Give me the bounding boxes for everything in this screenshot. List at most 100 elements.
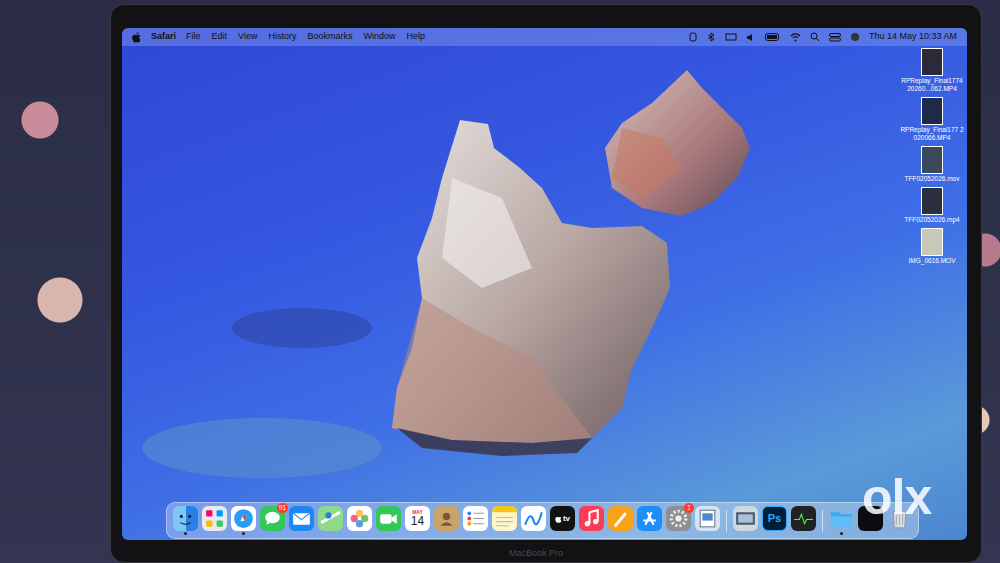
launchpad-icon[interactable] (202, 506, 227, 531)
dock-item[interactable] (347, 506, 372, 535)
menu-item[interactable]: View (238, 30, 257, 44)
file-thumbnail (921, 187, 943, 215)
menu-item[interactable]: Bookmarks (307, 30, 352, 44)
photos-icon[interactable] (347, 506, 372, 531)
running-indicator (648, 532, 651, 535)
running-indicator (271, 532, 274, 535)
bluetooth-icon[interactable] (706, 32, 716, 42)
dock-item[interactable] (463, 506, 488, 535)
running-indicator (445, 532, 448, 535)
battery-icon[interactable] (765, 33, 781, 41)
desktop-file[interactable]: IMG_0616.MOV (899, 228, 965, 265)
file-label: IMG_0616.MOV (899, 257, 965, 265)
desktop-file[interactable]: RPReplay_Final177 2020066.MP4 (899, 97, 965, 142)
running-indicator (184, 532, 187, 535)
facetime-icon[interactable] (376, 506, 401, 531)
wifi-icon[interactable] (790, 33, 801, 42)
running-indicator (773, 532, 776, 535)
music-icon[interactable] (579, 506, 604, 531)
mail-icon[interactable] (289, 506, 314, 531)
display-icon[interactable] (725, 33, 737, 42)
image-icon[interactable] (733, 506, 758, 531)
dock-item[interactable] (318, 506, 343, 535)
running-indicator (802, 532, 805, 535)
dock-item[interactable]: 1 (666, 506, 691, 535)
notes-icon[interactable] (492, 506, 517, 531)
pages-icon[interactable] (608, 506, 633, 531)
menu-item[interactable]: History (268, 30, 296, 44)
desktop-file[interactable]: RPReplay_Final1774 20260...062.MP4 (899, 48, 965, 93)
contacts-icon[interactable] (434, 506, 459, 531)
running-indicator (619, 532, 622, 535)
dock-item[interactable] (733, 506, 758, 535)
status-icons: Thu 14 May 10:33 AM (689, 30, 957, 44)
running-indicator (677, 532, 680, 535)
wallpaper-rocks (122, 28, 967, 540)
dock-item[interactable]: MAY14 (405, 506, 430, 535)
menu-clock[interactable]: Thu 14 May 10:33 AM (869, 30, 957, 44)
appstore-icon[interactable] (637, 506, 662, 531)
running-indicator (242, 532, 245, 535)
dock-item[interactable] (492, 506, 517, 535)
freeform-icon[interactable] (521, 506, 546, 531)
tv-label: tv (563, 513, 570, 525)
menu-items: File Edit View History Bookmarks Window Help (186, 30, 425, 44)
file-label: RPReplay_Final177 2020066.MP4 (899, 126, 965, 142)
dock-item[interactable]: 91 (260, 506, 285, 535)
photoshop-label: Ps (768, 510, 781, 527)
dock-item[interactable] (173, 506, 198, 535)
file-thumbnail (921, 97, 943, 125)
tv-logo: tv (555, 513, 570, 525)
dock-item[interactable] (231, 506, 256, 535)
folder-icon[interactable] (829, 506, 854, 531)
preview-icon[interactable] (695, 506, 720, 531)
desktop-file[interactable]: TFF02052026.mov (899, 146, 965, 183)
dock-item[interactable] (521, 506, 546, 535)
search-icon[interactable] (810, 32, 820, 42)
running-indicator (213, 532, 216, 535)
battery-shortcut-icon[interactable] (689, 32, 697, 42)
siri-icon[interactable] (850, 32, 860, 42)
dock-item[interactable] (608, 506, 633, 535)
maps-icon[interactable] (318, 506, 343, 531)
running-indicator (329, 532, 332, 535)
menu-app-name[interactable]: Safari (151, 30, 176, 44)
activity-icon[interactable] (791, 506, 816, 531)
menu-item[interactable]: Help (406, 30, 425, 44)
file-label: TFF02052026.mp4 (899, 216, 965, 224)
desktop-file[interactable]: TFF02052026.mp4 (899, 187, 965, 224)
safari-icon[interactable] (231, 506, 256, 531)
photoshop-icon[interactable]: Ps (762, 506, 787, 531)
menu-item[interactable]: File (186, 30, 201, 44)
apple-icon[interactable] (132, 32, 141, 43)
file-thumbnail (921, 228, 943, 256)
dock-item[interactable]: Ps (762, 506, 787, 535)
running-indicator (561, 532, 564, 535)
reminders-icon[interactable] (463, 506, 488, 531)
finder-icon[interactable] (173, 506, 198, 531)
menu-item[interactable]: Edit (212, 30, 228, 44)
dock-item[interactable]: tv (550, 506, 575, 535)
dock-item[interactable] (695, 506, 720, 535)
running-indicator (503, 532, 506, 535)
file-label: RPReplay_Final1774 20260...062.MP4 (899, 77, 965, 93)
calendar-icon[interactable]: MAY14 (405, 506, 430, 531)
dock-item[interactable] (637, 506, 662, 535)
dock-item[interactable] (376, 506, 401, 535)
dock-item[interactable] (791, 506, 816, 535)
file-thumbnail (921, 48, 943, 76)
dock-item[interactable] (434, 506, 459, 535)
dock-item[interactable] (579, 506, 604, 535)
calendar-day: 14 (411, 515, 424, 528)
dock-item[interactable] (829, 506, 854, 535)
dock-separator (822, 510, 823, 532)
dock-item[interactable] (202, 506, 227, 535)
volume-icon[interactable] (746, 33, 756, 42)
tv-icon[interactable]: tv (550, 506, 575, 531)
file-thumbnail (921, 146, 943, 174)
dock-item[interactable] (289, 506, 314, 535)
notification-badge: 91 (277, 503, 288, 513)
control-center-icon[interactable] (829, 33, 841, 42)
dock-separator (726, 510, 727, 532)
menu-item[interactable]: Window (363, 30, 395, 44)
